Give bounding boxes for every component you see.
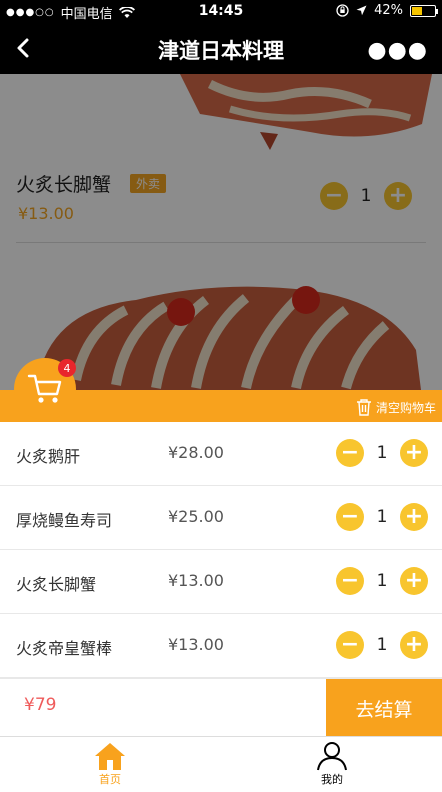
quantity-value: 1 xyxy=(376,635,388,655)
decrease-button[interactable]: − xyxy=(336,631,364,659)
cart-total: ¥79 xyxy=(24,695,57,715)
status-bar: ●●●○○ 中国电信 14:45 42% xyxy=(0,0,442,22)
cart-item-name: 火炙帝皇蟹棒 xyxy=(16,639,113,658)
tab-me-label: 我的 xyxy=(321,773,343,786)
tab-me[interactable]: 我的 xyxy=(302,741,362,787)
rotation-lock-icon xyxy=(336,4,349,17)
cart-item-price: ¥28.00 xyxy=(168,443,224,462)
user-icon xyxy=(317,742,347,771)
tab-home-label: 首页 xyxy=(99,773,121,786)
clear-cart-label: 清空购物车 xyxy=(375,400,436,415)
home-icon xyxy=(95,743,125,770)
quantity-value: 1 xyxy=(376,507,388,527)
quantity-stepper: − 1 + xyxy=(336,503,428,531)
increase-button[interactable]: + xyxy=(400,631,428,659)
battery-percent: 42% xyxy=(374,3,403,18)
quantity-stepper: − 1 + xyxy=(336,567,428,595)
dim-overlay[interactable] xyxy=(0,74,442,390)
checkout-button[interactable]: 去结算 xyxy=(326,679,442,737)
nav-bar: 津道日本料理 ●●● xyxy=(0,22,442,74)
increase-button[interactable]: + xyxy=(400,567,428,595)
tab-bar: 首页 我的 xyxy=(0,736,442,792)
cart-item-name: 火炙长脚蟹 xyxy=(16,575,97,594)
decrease-button[interactable]: − xyxy=(336,503,364,531)
cart-item: 厚烧鳗鱼寿司 ¥25.00 − 1 + xyxy=(0,486,442,550)
quantity-stepper: − 1 + xyxy=(336,631,428,659)
decrease-button[interactable]: − xyxy=(336,567,364,595)
cart-item: 火炙帝皇蟹棒 ¥13.00 − 1 + xyxy=(0,614,442,678)
quantity-value: 1 xyxy=(376,443,388,463)
checkout-bar: ¥79 去结算 xyxy=(0,678,442,737)
cart-item-price: ¥13.00 xyxy=(168,571,224,590)
more-options-icon[interactable]: ●●● xyxy=(367,38,428,63)
cart-item-name: 厚烧鳗鱼寿司 xyxy=(16,511,113,530)
cart-item: 火炙长脚蟹 ¥13.00 − 1 + xyxy=(0,550,442,614)
cart-item-price: ¥13.00 xyxy=(168,635,224,654)
increase-button[interactable]: + xyxy=(400,439,428,467)
quantity-stepper: − 1 + xyxy=(336,439,428,467)
battery-icon xyxy=(410,4,438,17)
cart-item-name: 火炙鹅肝 xyxy=(16,447,81,466)
tab-home[interactable]: 首页 xyxy=(80,741,140,787)
clear-cart-button[interactable]: 清空购物车 xyxy=(356,398,436,416)
quantity-value: 1 xyxy=(376,571,388,591)
cart-item-price: ¥25.00 xyxy=(168,507,224,526)
trash-icon xyxy=(356,399,371,416)
cart-count-badge: 4 xyxy=(58,359,76,377)
increase-button[interactable]: + xyxy=(400,503,428,531)
decrease-button[interactable]: − xyxy=(336,439,364,467)
cart-item: 火炙鹅肝 ¥28.00 − 1 + xyxy=(0,422,442,486)
cart-list: 火炙鹅肝 ¥28.00 − 1 + 厚烧鳗鱼寿司 ¥25.00 − 1 + 火炙… xyxy=(0,422,442,678)
location-arrow-icon xyxy=(356,5,367,16)
shopping-cart-icon xyxy=(27,374,62,403)
